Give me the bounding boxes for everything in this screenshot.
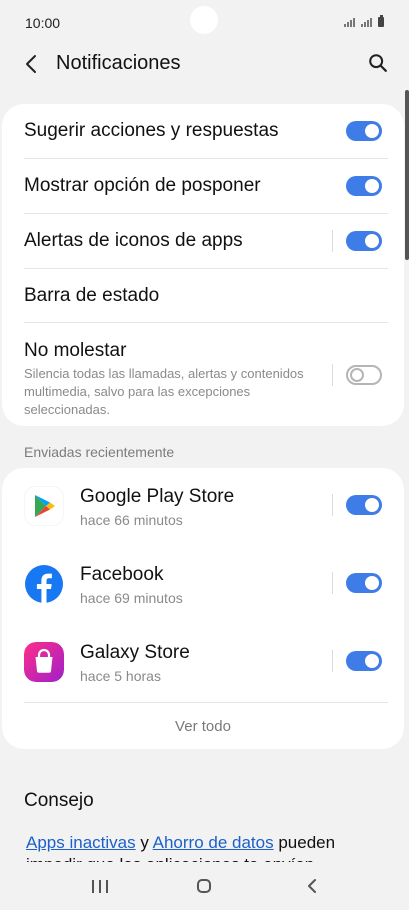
google-play-toggle[interactable]: [346, 495, 382, 515]
list-item[interactable]: Galaxy Store hace 5 horas: [2, 624, 404, 702]
setting-description: Silencia todas las llamadas, alertas y c…: [24, 366, 304, 417]
app-time: hace 69 minutos: [80, 590, 183, 606]
app-icon-badges-toggle[interactable]: [346, 231, 382, 251]
tip-body: Apps inactivas y Ahorro de datos pueden …: [26, 833, 336, 862]
facebook-toggle[interactable]: [346, 573, 382, 593]
camera-cutout: [190, 6, 218, 34]
setting-label: Mostrar opción de posponer: [24, 175, 261, 196]
google-play-icon: [24, 486, 64, 526]
do-not-disturb-toggle[interactable]: [346, 365, 382, 385]
app-time: hace 5 horas: [80, 668, 161, 684]
inactive-apps-link[interactable]: Apps inactivas: [26, 833, 136, 852]
search-icon[interactable]: [367, 52, 389, 74]
section-title: Enviadas recientemente: [24, 444, 175, 460]
recent-apps-card: Google Play Store hace 66 minutos Facebo…: [2, 468, 404, 749]
setting-app-icon-badges[interactable]: Alertas de iconos de apps: [2, 214, 404, 268]
setting-suggest-actions[interactable]: Sugerir acciones y respuestas: [2, 104, 404, 158]
snooze-toggle[interactable]: [346, 176, 382, 196]
app-name: Galaxy Store: [80, 642, 190, 663]
app-bar: Notificaciones: [0, 46, 409, 86]
status-time: 10:00: [25, 15, 61, 31]
setting-do-not-disturb[interactable]: No molestar Silencia todas las llamadas,…: [2, 323, 404, 426]
data-saver-link[interactable]: Ahorro de datos: [153, 833, 274, 852]
scrollbar[interactable]: [405, 90, 409, 260]
page-title: Notificaciones: [56, 52, 181, 74]
home-icon[interactable]: [197, 879, 211, 893]
setting-status-bar[interactable]: Barra de estado: [2, 269, 404, 323]
back-arrow-icon[interactable]: [20, 52, 44, 76]
signal-icon: [361, 18, 372, 27]
suggest-actions-toggle[interactable]: [346, 121, 382, 141]
galaxy-store-toggle[interactable]: [346, 651, 382, 671]
recent-apps-icon[interactable]: [92, 880, 108, 893]
setting-label: Barra de estado: [24, 285, 160, 306]
facebook-icon: [25, 565, 63, 603]
list-item[interactable]: Google Play Store hace 66 minutos: [2, 468, 404, 546]
status-icons: [344, 15, 384, 27]
app-name: Facebook: [80, 564, 164, 585]
tip-title: Consejo: [24, 790, 94, 811]
settings-card: Sugerir acciones y respuestas Mostrar op…: [2, 104, 404, 426]
signal-icon: [344, 18, 355, 27]
status-bar: 10:00: [0, 0, 409, 46]
galaxy-store-icon: [24, 642, 64, 682]
navigation-bar: [0, 862, 409, 910]
setting-label: Alertas de iconos de apps: [24, 230, 243, 251]
nav-back-icon[interactable]: [305, 878, 319, 894]
setting-snooze[interactable]: Mostrar opción de posponer: [2, 159, 404, 213]
list-item[interactable]: Facebook hace 69 minutos: [2, 546, 404, 624]
setting-label: No molestar: [24, 340, 127, 361]
battery-icon: [378, 15, 384, 27]
see-all-button[interactable]: Ver todo: [2, 718, 404, 735]
app-time: hace 66 minutos: [80, 512, 183, 528]
setting-label: Sugerir acciones y respuestas: [24, 120, 279, 141]
app-name: Google Play Store: [80, 486, 235, 507]
